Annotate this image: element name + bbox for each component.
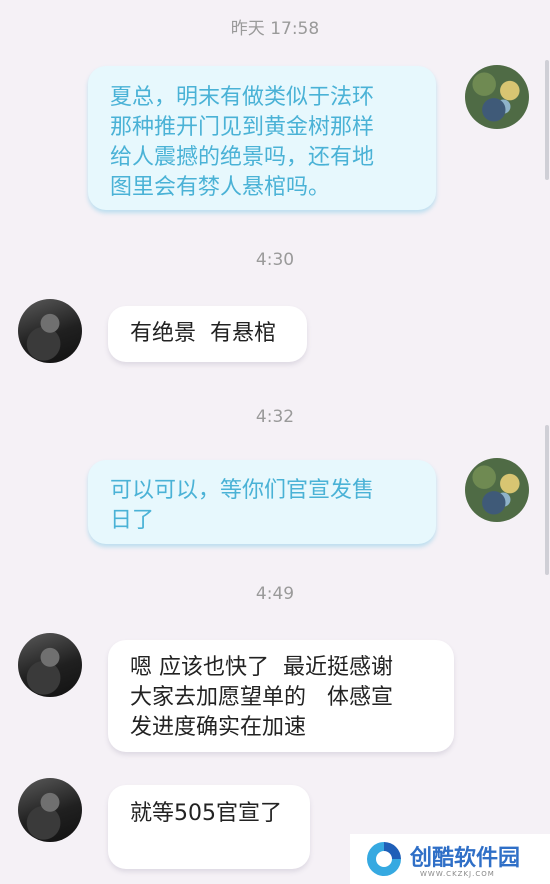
scrollbar[interactable] <box>545 60 549 180</box>
message-text: 有绝景 有悬棺 <box>130 321 276 346</box>
message-text: 就等505官宣了 <box>130 801 282 826</box>
timestamp-1: 昨天 17:58 <box>230 19 320 39</box>
scrollbar[interactable] <box>545 425 549 575</box>
avatar[interactable] <box>18 299 82 363</box>
avatar[interactable] <box>465 458 529 522</box>
chat-bubble-self[interactable]: 可以可以，等你们官宣发售 日了 <box>88 460 436 544</box>
message-text: 夏总，明末有做类似于法环 那种推开门见到黄金树那样 给人震撼的绝景吗，还有地 图… <box>110 85 375 200</box>
message-text: 可以可以，等你们官宣发售 日了 <box>110 478 375 533</box>
logo-icon <box>367 842 401 876</box>
chat-bubble-self[interactable]: 夏总，明末有做类似于法环 那种推开门见到黄金树那样 给人震撼的绝景吗，还有地 图… <box>88 66 436 210</box>
message-text: 嗯 应该也快了 最近挺感谢 大家去加愿望单的 体感宣 发进度确实在加速 <box>130 655 393 740</box>
chat-bubble-other[interactable]: 就等505官宣了 <box>108 785 310 869</box>
watermark-title: 创酷软件园 <box>410 846 521 871</box>
timestamp-4: 4:49 <box>255 584 295 604</box>
chat-bubble-other[interactable]: 嗯 应该也快了 最近挺感谢 大家去加愿望单的 体感宣 发进度确实在加速 <box>108 640 454 752</box>
timestamp-2: 4:30 <box>255 250 295 270</box>
avatar[interactable] <box>18 778 82 842</box>
timestamp-3: 4:32 <box>255 407 295 427</box>
watermark-url: WWW.CKZKJ.COM <box>420 870 495 878</box>
avatar[interactable] <box>465 65 529 129</box>
avatar[interactable] <box>18 633 82 697</box>
chat-bubble-other[interactable]: 有绝景 有悬棺 <box>108 306 307 362</box>
watermark-logo: 创酷软件园 WWW.CKZKJ.COM <box>350 834 550 884</box>
